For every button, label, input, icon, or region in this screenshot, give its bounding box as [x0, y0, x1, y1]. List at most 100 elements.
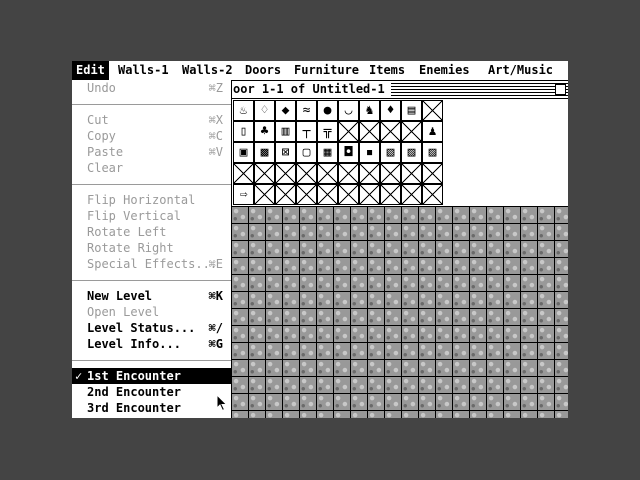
palette-empty-tile[interactable] [338, 163, 359, 184]
bones-icon-glyph: ≈ [302, 103, 311, 118]
blue-door-icon[interactable]: ▨ [401, 142, 422, 163]
palette-empty-tile[interactable] [338, 121, 359, 142]
palette-empty-tile[interactable] [359, 121, 380, 142]
cut-label: Cut [87, 113, 109, 127]
menu-item-clear: Clear [87, 160, 227, 176]
blue-door-icon-glyph: ▨ [407, 145, 416, 160]
portrait-dark-icon[interactable]: ▪ [359, 142, 380, 163]
menu-walls-2[interactable]: Walls-2 [178, 61, 237, 80]
1st-encounter-label: 1st Encounter [87, 369, 181, 383]
palette-empty-tile[interactable] [401, 163, 422, 184]
palette-empty-tile[interactable] [380, 184, 401, 205]
palette-empty-tile[interactable] [422, 163, 443, 184]
knight-icon[interactable]: ♞ [359, 100, 380, 121]
palette-empty-tile[interactable] [380, 121, 401, 142]
blue-panel-icon-glyph: ▧ [386, 145, 395, 160]
cup-icon[interactable]: ▯ [233, 121, 254, 142]
menu-walls-1[interactable]: Walls-1 [114, 61, 173, 80]
menu-item-flip-vertical: Flip Vertical [87, 208, 227, 224]
flip-vertical-label: Flip Vertical [87, 209, 181, 223]
level-status-label: Level Status... [87, 321, 196, 335]
lantern-icon[interactable]: ♦ [380, 100, 401, 121]
palette-empty-tile[interactable] [296, 184, 317, 205]
menu-edit[interactable]: Edit [72, 61, 109, 80]
palette-empty-tile[interactable] [296, 163, 317, 184]
palette-empty-tile[interactable] [317, 163, 338, 184]
menu-art-music[interactable]: Art/Music [484, 61, 557, 80]
table-icon-glyph: ┬ [302, 124, 311, 139]
palette-empty-tile[interactable] [422, 100, 443, 121]
menu-item-level-info[interactable]: Level Info... ⌘G [87, 336, 227, 352]
palette-empty-tile[interactable] [275, 184, 296, 205]
wood-door-icon[interactable]: ▦ [317, 142, 338, 163]
open-level-label: Open Level [87, 305, 160, 319]
portrait-icon[interactable]: ▢ [296, 142, 317, 163]
barrel-icon[interactable]: ▥ [275, 121, 296, 142]
red-sign-icon[interactable]: ⊠ [275, 142, 296, 163]
painting-icon[interactable]: ◘ [338, 142, 359, 163]
lamp-icon-glyph: ♨ [239, 103, 248, 118]
bowl-icon[interactable]: ◡ [338, 100, 359, 121]
menu-item-rotate-left: Rotate Left [87, 224, 227, 240]
new-level-shortcut: ⌘K [208, 289, 223, 303]
palette-empty-tile[interactable] [401, 121, 422, 142]
palette-empty-tile[interactable] [254, 184, 275, 205]
window-titlebar[interactable]: oor 1-1 of Untitled-1 [231, 81, 568, 99]
bottle-icon[interactable]: ♢ [254, 100, 275, 121]
bowl-icon-glyph: ◡ [344, 103, 353, 118]
flip-horizontal-label: Flip Horizontal [87, 193, 196, 207]
edit-menu: Undo ⌘Z Cut ⌘X Copy ⌘C Paste ⌘V Clear Fl… [72, 80, 232, 418]
menu-doors[interactable]: Doors [241, 61, 285, 80]
menu-item-1st-encounter[interactable]: ✓ 1st Encounter [72, 368, 231, 384]
undo-label: Undo [87, 81, 116, 95]
palette-empty-tile[interactable] [380, 163, 401, 184]
arrow-icon[interactable]: ⇨ [233, 184, 254, 205]
vase-icon[interactable]: ◆ [275, 100, 296, 121]
palette-empty-tile[interactable] [401, 184, 422, 205]
palette-empty-tile[interactable] [275, 163, 296, 184]
green-helmet-icon[interactable]: ● [317, 100, 338, 121]
guard-icon[interactable]: ♟ [422, 121, 443, 142]
blue-door-2-icon[interactable]: ▨ [422, 142, 443, 163]
barrel-icon-glyph: ▥ [281, 124, 290, 139]
palette-empty-tile[interactable] [359, 163, 380, 184]
blue-panel-icon[interactable]: ▧ [380, 142, 401, 163]
menu-item-new-level[interactable]: New Level ⌘K [87, 288, 227, 304]
palette-empty-tile[interactable] [254, 163, 275, 184]
menu-enemies[interactable]: Enemies [415, 61, 474, 80]
menu-item-level-status[interactable]: Level Status... ⌘/ [87, 320, 227, 336]
red-sign-icon-glyph: ⊠ [281, 145, 290, 160]
cup-icon-glyph: ▯ [239, 124, 248, 139]
palette-empty-tile[interactable] [422, 184, 443, 205]
menu-item-paste: Paste ⌘V [87, 144, 227, 160]
palette-empty-tile[interactable] [233, 163, 254, 184]
menu-furniture[interactable]: Furniture [290, 61, 363, 80]
special-effects-shortcut: ⌘E [208, 257, 223, 271]
gray-cabinet-icon[interactable]: ▣ [233, 142, 254, 163]
menu-items[interactable]: Items [365, 61, 409, 80]
paste-label: Paste [87, 145, 124, 159]
chair-icon[interactable]: ╦ [317, 121, 338, 142]
palette-empty-tile[interactable] [359, 184, 380, 205]
lamp-icon[interactable]: ♨ [233, 100, 254, 121]
palette-empty-tile[interactable] [338, 184, 359, 205]
level-map[interactable] [231, 206, 568, 418]
screen: Edit Walls-1 Walls-2 Doors Furniture Ite… [72, 61, 568, 418]
gray-door-icon[interactable]: ▩ [254, 142, 275, 163]
bush-icon[interactable]: ♣ [254, 121, 275, 142]
bones-icon[interactable]: ≈ [296, 100, 317, 121]
menu-item-2nd-encounter[interactable]: 2nd Encounter [87, 384, 227, 400]
menu-item-copy: Copy ⌘C [87, 128, 227, 144]
menu-item-3rd-encounter[interactable]: 3rd Encounter [87, 400, 227, 416]
table-icon[interactable]: ┬ [296, 121, 317, 142]
paste-shortcut: ⌘V [208, 145, 223, 159]
menu-item-rotate-right: Rotate Right [87, 240, 227, 256]
zoom-box-icon[interactable] [555, 84, 566, 95]
new-level-label: New Level [87, 289, 153, 303]
menu-separator [72, 184, 231, 185]
painting-icon-glyph: ◘ [344, 145, 353, 160]
palette-empty-tile[interactable] [317, 184, 338, 205]
bush-icon-glyph: ♣ [260, 124, 269, 139]
blue-door-2-icon-glyph: ▨ [428, 145, 437, 160]
chest-icon[interactable]: ▤ [401, 100, 422, 121]
